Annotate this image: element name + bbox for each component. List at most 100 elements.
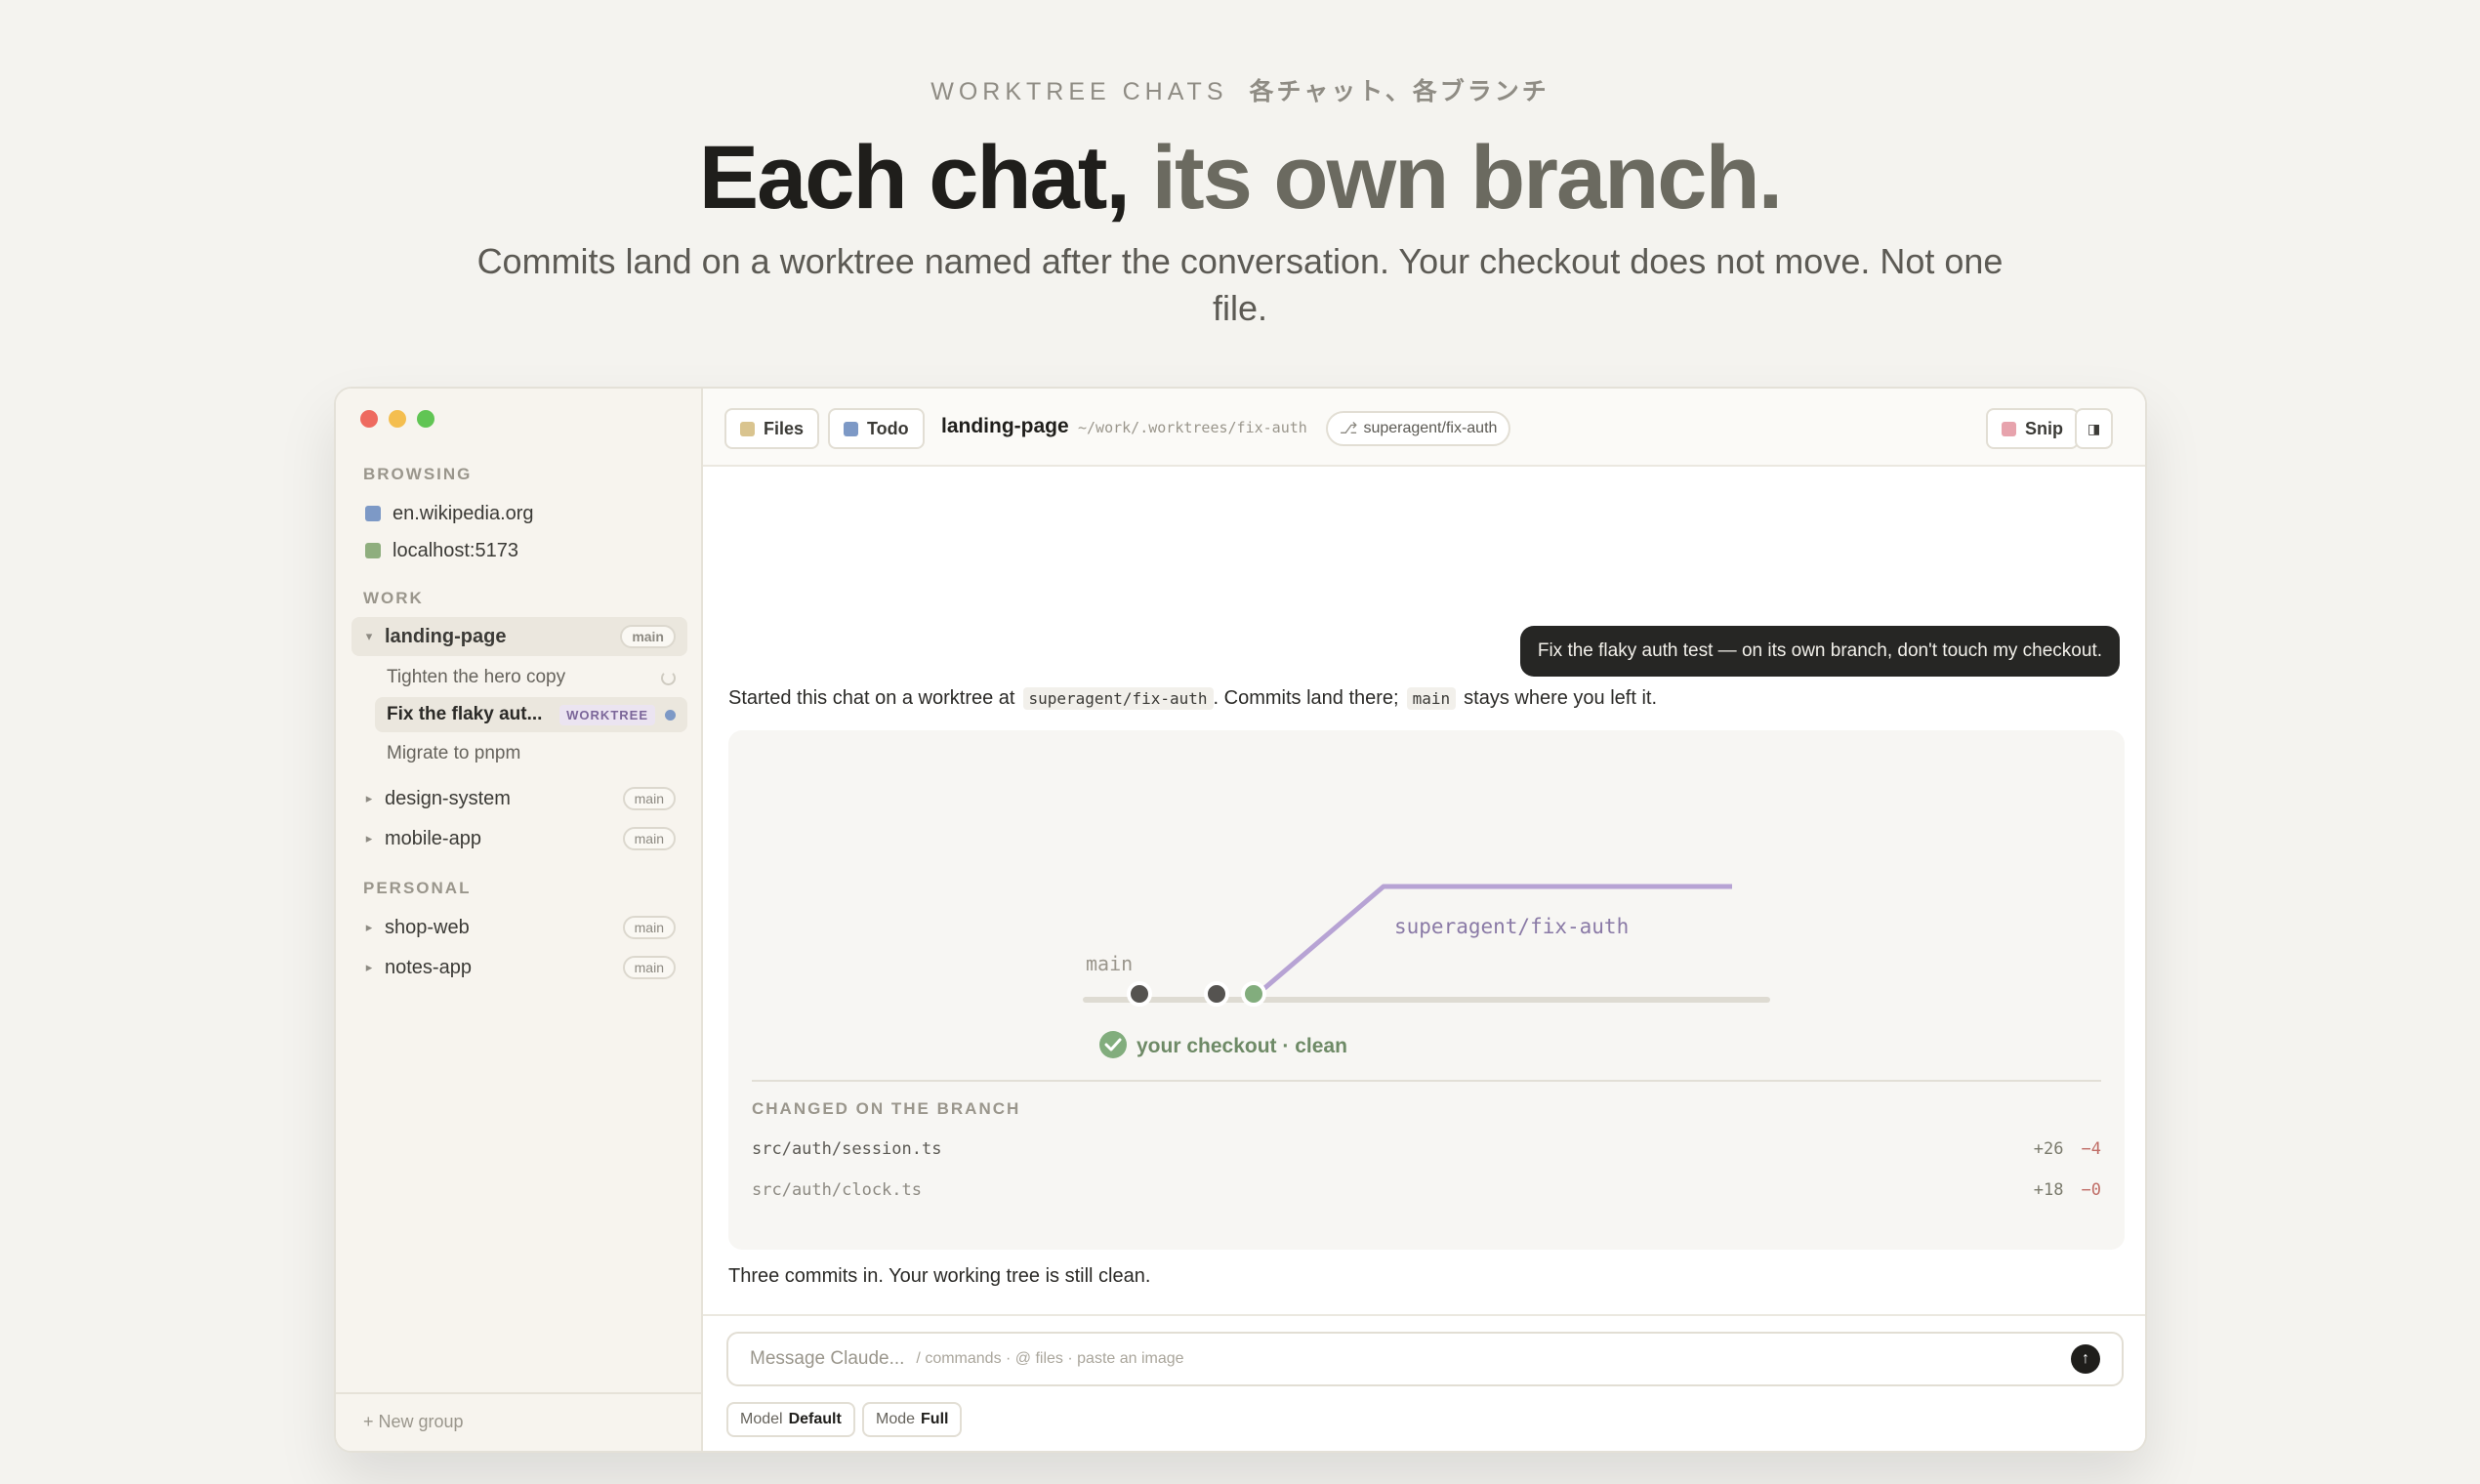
chevron-right-icon: ▸ [365, 960, 373, 974]
branch-selector-label: superagent/fix-auth [1363, 420, 1498, 436]
branch-badge: main [620, 625, 676, 648]
arrow-up-icon: ↑ [2082, 1350, 2089, 1367]
lines-added: +18 [2033, 1180, 2064, 1200]
mode-selector[interactable]: Mode Full [862, 1402, 963, 1437]
minimize-window-button[interactable] [389, 410, 406, 428]
chevron-down-icon: ▾ [365, 629, 373, 643]
branch-badge: main [622, 956, 676, 979]
sidebar-item-shop-web[interactable]: ▸ shop-web main [351, 908, 687, 947]
chat-item-label: Migrate to pnpm [387, 743, 521, 763]
feature-branch-line [1254, 884, 1732, 998]
zoom-window-button[interactable] [417, 410, 434, 428]
assistant-text: . Commits land there; [1213, 687, 1399, 709]
lines-removed: −4 [2081, 1139, 2101, 1159]
file-path: src/auth/clock.ts [752, 1180, 922, 1200]
check-circle-icon [1099, 1031, 1127, 1058]
sidebar-item-label: shop-web [385, 916, 470, 938]
changed-file-row[interactable]: src/auth/clock.ts +18 −0 [752, 1175, 2101, 1205]
window-controls [360, 410, 434, 428]
eyebrow-jp: 各チャット、各ブランチ [1249, 78, 1550, 105]
files-button[interactable]: Files [724, 408, 820, 449]
branch-graph-card: main superagent/fix-auth your checkout ·… [728, 730, 2125, 1250]
sidebar-item-label: design-system [385, 787, 511, 809]
model-key: Model [740, 1411, 783, 1427]
snip-button-label: Snip [2025, 418, 2063, 438]
site-color-icon [365, 506, 381, 521]
chat-item-fix-flaky-auth[interactable]: Fix the flaky aut... WORKTREE [375, 697, 687, 732]
sidebar-item-landing-page[interactable]: ▾ landing-page main [351, 617, 687, 656]
inline-code-branch: superagent/fix-auth [1022, 687, 1214, 710]
message-input[interactable]: Message Claude... / commands · @ files ·… [726, 1332, 2124, 1386]
panel-toggle-icon: ◨ [2087, 420, 2101, 436]
send-button[interactable]: ↑ [2071, 1344, 2100, 1374]
git-branch-icon: ⎇ [1340, 421, 1358, 437]
chevron-right-icon: ▸ [365, 920, 373, 934]
sidebar-item-wikipedia[interactable]: en.wikipedia.org [351, 494, 687, 533]
model-selector[interactable]: Model Default [726, 1402, 855, 1437]
branch-badge: main [622, 787, 676, 810]
sidebar-item-notes-app[interactable]: ▸ notes-app main [351, 948, 687, 987]
worktree-path: ~/work/.worktrees/fix-auth [1078, 419, 1307, 436]
loading-spinner-icon [661, 670, 676, 685]
branch-badge: main [622, 827, 676, 850]
site-color-icon [365, 543, 381, 558]
todo-button[interactable]: Todo [828, 408, 925, 449]
user-message: Fix the flaky auth test — on its own bra… [1519, 626, 2120, 677]
headline-part-a: Each chat, [698, 128, 1131, 227]
sidebar-item-design-system[interactable]: ▸ design-system main [351, 779, 687, 818]
branch-graph: main superagent/fix-auth your checkout ·… [1083, 884, 1770, 1058]
hero-eyebrow: WORKTREE CHATS 各チャット、各ブランチ [0, 72, 2480, 107]
commit-node [1127, 981, 1152, 1007]
worktree-badge: WORKTREE [559, 704, 655, 725]
toggle-panel-button[interactable]: ◨ [2075, 408, 2114, 449]
sidebar-item-label: en.wikipedia.org [393, 502, 534, 524]
chat-item-migrate-pnpm[interactable]: Migrate to pnpm [375, 736, 687, 771]
commit-node [1204, 981, 1229, 1007]
section-label-browsing: BROWSING [363, 465, 473, 483]
chevron-right-icon: ▸ [365, 831, 373, 845]
lines-added: +26 [2033, 1139, 2064, 1159]
sidebar-item-label: localhost:5173 [393, 539, 518, 561]
assistant-text: Started this chat on a worktree at [728, 687, 1015, 709]
section-label-personal: PERSONAL [363, 879, 472, 897]
sidebar-item-localhost[interactable]: localhost:5173 [351, 531, 687, 570]
chat-item-tighten-hero[interactable]: Tighten the hero copy [375, 660, 687, 695]
eyebrow-en: WORKTREE CHATS [930, 78, 1228, 105]
headline-part-b: its own branch. [1151, 128, 1784, 227]
top-bar: Files Todo landing-page ~/work/.worktree… [703, 389, 2145, 467]
project-title: landing-page [941, 415, 1069, 437]
chat-item-label: Fix the flaky aut... [387, 704, 543, 724]
app-window: BROWSING en.wikipedia.org localhost:5173… [334, 387, 2147, 1453]
todo-button-label: Todo [867, 418, 909, 438]
unread-dot-icon [665, 709, 676, 721]
sidebar-item-label: landing-page [385, 625, 507, 647]
branch-badge: main [622, 916, 676, 939]
main-branch-label: main [1086, 952, 1133, 975]
mode-value: Full [921, 1411, 949, 1427]
sidebar-item-label: mobile-app [385, 827, 481, 849]
checkout-commit-node [1241, 981, 1266, 1007]
hero-headline: Each chat, its own branch. [0, 127, 2480, 229]
hero-subhead: Commits land on a worktree named after t… [476, 241, 2004, 328]
assistant-message: Started this chat on a worktree at super… [728, 687, 1657, 710]
divider [752, 1080, 2101, 1082]
changed-files-label: CHANGED ON THE BRANCH [752, 1099, 1021, 1118]
branch-selector[interactable]: ⎇ superagent/fix-auth [1326, 411, 1511, 446]
files-button-label: Files [764, 418, 805, 438]
sidebar-item-mobile-app[interactable]: ▸ mobile-app main [351, 819, 687, 858]
close-window-button[interactable] [360, 410, 378, 428]
sidebar-item-label: notes-app [385, 956, 472, 978]
checkout-status-label: your checkout · clean [1137, 1035, 1347, 1057]
assistant-closing-message: Three commits in. Your working tree is s… [728, 1265, 1151, 1287]
sidebar: BROWSING en.wikipedia.org localhost:5173… [336, 389, 703, 1451]
snip-icon [2002, 421, 2016, 436]
snip-button[interactable]: Snip [1986, 408, 2079, 449]
message-placeholder: Message Claude... [750, 1348, 905, 1369]
assistant-text: stays where you left it. [1464, 687, 1658, 709]
feature-branch-label: superagent/fix-auth [1394, 915, 1629, 938]
new-group-button[interactable]: + New group [336, 1392, 701, 1451]
changed-file-row[interactable]: src/auth/session.ts +26 −4 [752, 1134, 2101, 1164]
mode-key: Mode [876, 1411, 916, 1427]
files-icon [740, 421, 755, 436]
composer-area: Message Claude... / commands · @ files ·… [703, 1314, 2145, 1451]
